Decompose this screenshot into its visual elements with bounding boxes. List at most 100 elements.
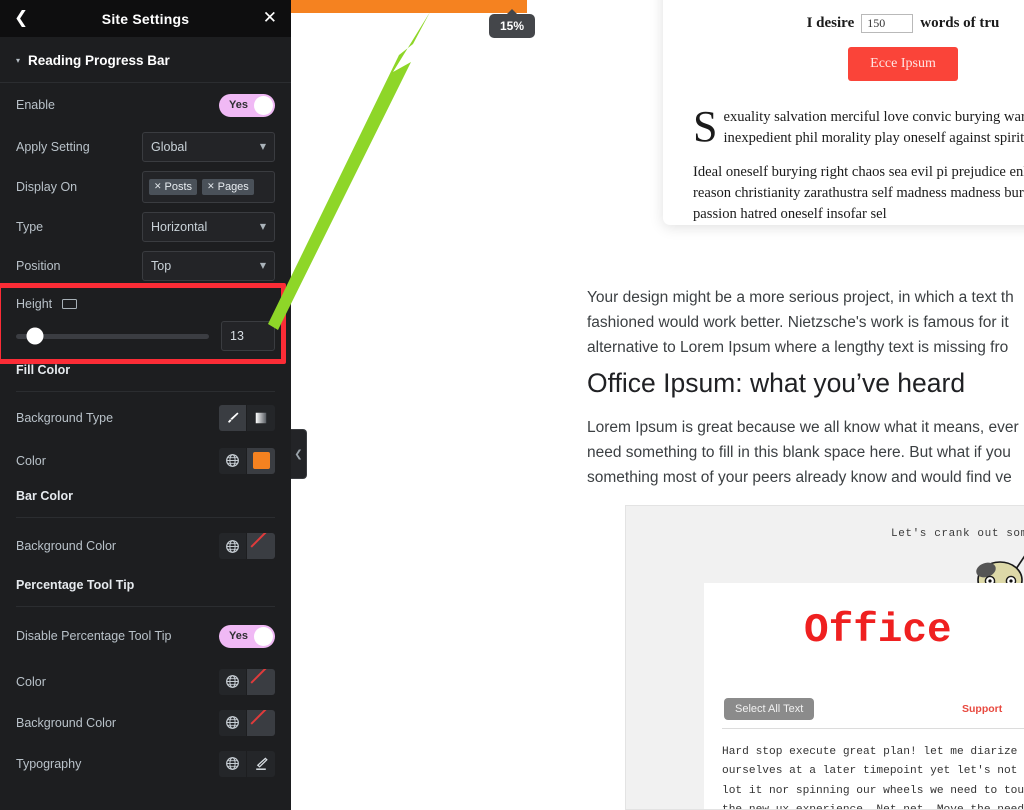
row-height: Height [0,285,291,315]
display-on-tag-input[interactable]: ✕ Posts ✕ Pages [142,170,275,203]
select-all-text-button[interactable]: Select All Text [724,698,815,720]
site-preview: I desire 150 words of tru Ecce Ipsum Sex… [291,0,1024,810]
color-swatch-button[interactable] [247,447,275,474]
disable-tooltip-toggle[interactable]: Yes [219,624,275,648]
row-apply-setting: Apply Setting Global ▼ [0,127,291,166]
chevron-down-icon: ▼ [259,222,266,231]
support-link[interactable]: Support [962,703,1002,715]
height-slider[interactable] [16,327,209,345]
monitor-icon[interactable] [62,298,78,310]
label-height: Height [16,297,78,311]
row-typography: Typography [0,743,291,784]
close-icon[interactable]: ✕ [263,10,277,27]
divider [16,517,275,518]
pencil-icon [256,757,268,770]
divider [16,391,275,392]
tag-pages[interactable]: ✕ Pages [202,178,254,195]
label-percentage-tooltip-section: Percentage Tool Tip [16,578,135,592]
preview-serif-card: I desire 150 words of tru Ecce Ipsum Sex… [663,0,1024,225]
tag-posts-label: Posts [164,180,193,193]
label-tooltip-color: Color [16,674,46,689]
global-typography-button[interactable] [219,750,247,777]
row-enable: Enable Yes [0,83,291,127]
gradient-icon [255,412,267,424]
preview-serif-paragraph: Ideal oneself burying right chaos sea ev… [693,164,1024,222]
remove-tag-icon[interactable]: ✕ [207,182,215,192]
color-swatch [252,452,270,469]
section-reading-progress-bar[interactable]: ▾ Reading Progress Bar [0,37,291,83]
label-position: Position [16,258,61,273]
back-icon[interactable]: ❮ [14,10,34,27]
position-select[interactable]: Top ▼ [142,250,275,281]
field-disable-percentage-tooltip: Yes [219,624,275,648]
field-display-on: ✕ Posts ✕ Pages [142,170,275,203]
height-value-input[interactable]: 13 [221,321,275,351]
color-swatch-button[interactable] [247,709,275,736]
chevron-down-icon: ▼ [259,142,266,151]
field-bar-background-color [219,533,275,559]
color-swatch-button[interactable] [247,533,275,559]
chevron-down-icon: ▾ [16,55,21,65]
field-apply-setting: Global ▼ [142,131,275,162]
desire-line: I desire 150 words of tru [693,14,1024,33]
apply-setting-value: Global [151,139,188,154]
label-tooltip-background-color: Background Color [16,715,117,730]
type-select[interactable]: Horizontal ▼ [142,211,275,242]
ecce-ipsum-button[interactable]: Ecce Ipsum [848,47,958,81]
screenshot-body-text: Hard stop execute great plan! let me dia… [722,746,1024,810]
panel-header: ❮ Site Settings ✕ [0,0,291,37]
remove-tag-icon[interactable]: ✕ [154,182,162,192]
label-bar-background-color: Background Color [16,539,117,553]
preview-paragraph-2: Lorem Ipsum is great because we all know… [587,419,1019,487]
label-type: Type [16,219,44,234]
background-type-button-group [219,405,275,431]
global-color-button[interactable] [219,447,247,474]
color-button-group [219,447,275,474]
tag-posts[interactable]: ✕ Posts [149,178,198,195]
globe-icon [226,675,239,688]
logo-red-word: Office [804,608,952,654]
globe-icon [226,757,239,770]
position-value: Top [151,258,172,273]
label-display-on: Display On [16,179,78,194]
edit-typography-button[interactable] [247,750,275,777]
reading-progress-bar [291,0,527,13]
toggle-knob [254,95,273,115]
row-display-on: Display On ✕ Posts ✕ Pages [0,166,291,207]
globe-icon [226,716,239,729]
apply-setting-select[interactable]: Global ▼ [142,131,275,162]
chevron-down-icon: ▼ [259,261,266,270]
toggle-knob [254,626,273,646]
screenshot-inner-page: Office I Select All Text Support Hard st… [704,583,1024,809]
preview-drop-paragraph: Sexuality salvation merciful love convic… [693,104,1024,148]
field-background-type [219,405,275,431]
row-tooltip-background-color: Background Color [0,702,291,743]
screen: I desire 150 words of tru Ecce Ipsum Sex… [0,0,1024,810]
color-swatch-button[interactable] [247,668,275,695]
progress-percentage-tooltip: 15% [489,14,536,38]
panel-body: ▾ Reading Progress Bar Enable Yes Apply … [0,37,291,784]
row-background-type: Background Type [0,396,291,440]
global-color-button[interactable] [219,709,247,736]
disable-tooltip-toggle-label: Yes [229,630,248,642]
field-enable: Yes [219,93,275,117]
label-color: Color [16,453,46,468]
transparent-swatch [250,535,272,557]
panel-collapse-handle[interactable]: ❮ [291,429,307,479]
global-color-button[interactable] [219,668,247,695]
screenshot-divider [722,728,1024,729]
background-type-gradient-button[interactable] [247,405,275,431]
divider [16,606,275,607]
global-color-button[interactable] [219,533,247,559]
globe-icon [226,454,239,467]
brush-icon [228,412,239,423]
transparent-swatch [250,712,272,734]
enable-toggle[interactable]: Yes [219,93,275,117]
drop-paragraph-text: exuality salvation merciful love convic … [723,109,1024,146]
background-type-classic-button[interactable] [219,405,247,431]
label-fill-color: Fill Color [16,363,71,377]
office-ipsum-logo: Office I [804,608,1024,654]
bar-background-color-group [219,533,275,559]
desire-words-input[interactable]: 150 [861,14,914,33]
height-slider-handle[interactable] [26,327,44,345]
